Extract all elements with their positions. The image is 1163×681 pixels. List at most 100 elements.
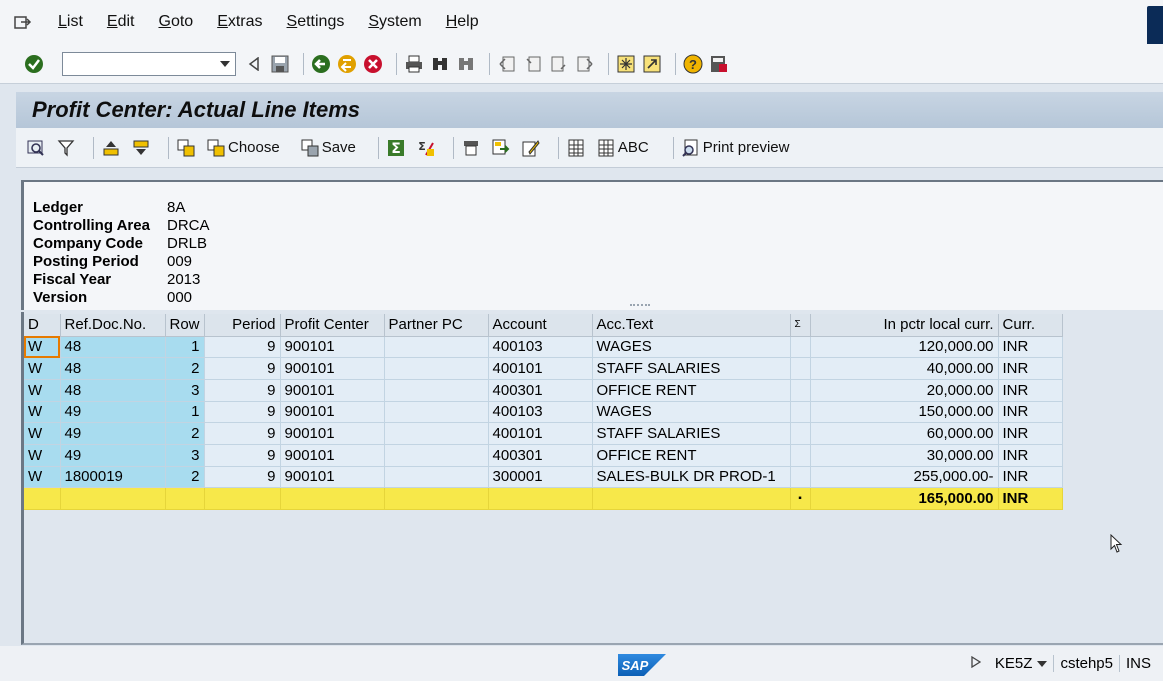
print-preview-list-button[interactable] [461, 138, 483, 158]
table-cell[interactable] [384, 422, 489, 445]
shortcut-icon[interactable] [642, 54, 662, 74]
menu-help[interactable]: Help [446, 13, 479, 31]
cancel-red-icon[interactable] [363, 54, 383, 74]
column-header[interactable]: Partner PC [384, 314, 489, 337]
table-cell[interactable]: 49 [60, 422, 166, 445]
menu-goto[interactable]: Goto [158, 13, 193, 31]
table-cell[interactable]: 400301 [488, 379, 593, 402]
table-cell[interactable]: 900101 [280, 401, 385, 424]
table-row[interactable]: W 48 2 9 900101 400101 STAFF SALARIES 40,000.00… [24, 357, 1063, 380]
table-cell[interactable] [384, 379, 489, 402]
table-cell[interactable]: 900101 [280, 422, 385, 445]
table-cell[interactable] [384, 401, 489, 424]
chevron-down-icon[interactable] [220, 60, 230, 67]
table-cell[interactable] [384, 466, 489, 489]
table-cell[interactable]: 400301 [488, 444, 593, 467]
table-cell[interactable]: 150,000.00 [810, 401, 999, 424]
save-layout-button[interactable]: Save [300, 138, 356, 158]
table-cell[interactable]: 900101 [280, 357, 385, 380]
table-cell[interactable]: 9 [204, 422, 281, 445]
column-header[interactable]: Row [165, 314, 205, 337]
table-cell[interactable] [790, 336, 811, 359]
table-cell[interactable]: SALES-BULK DR PROD-1 [592, 466, 791, 489]
table-cell[interactable]: W [24, 466, 61, 489]
total-row[interactable]: ▪ 165,000.00 INR [24, 487, 1063, 510]
save-disk-icon[interactable] [270, 54, 290, 74]
table-row[interactable]: W 49 2 9 900101 400101 STAFF SALARIES 60,000.00… [24, 422, 1063, 445]
table-cell[interactable] [384, 444, 489, 467]
table-cell[interactable]: 48 [60, 357, 166, 380]
table-cell[interactable] [790, 379, 811, 402]
table-cell[interactable]: INR [998, 444, 1063, 467]
table-cell[interactable]: 900101 [280, 379, 385, 402]
input-mode[interactable]: INS [1118, 655, 1157, 672]
table-cell[interactable] [790, 466, 811, 489]
table-cell[interactable]: 400103 [488, 336, 593, 359]
table-cell[interactable] [790, 422, 811, 445]
table-cell[interactable]: INR [998, 422, 1063, 445]
table-cell[interactable]: 9 [204, 379, 281, 402]
table-cell[interactable]: W [24, 336, 61, 359]
table-cell[interactable]: STAFF SALARIES [592, 357, 791, 380]
menu-settings[interactable]: Settings [287, 13, 345, 31]
column-header[interactable]: In pctr local curr. [810, 314, 999, 337]
sort-ascending-button[interactable] [101, 138, 123, 158]
table-cell[interactable]: 255,000.00- [810, 466, 999, 489]
find-icon[interactable] [430, 54, 450, 74]
table-cell[interactable]: OFFICE RENT [592, 379, 791, 402]
table-cell[interactable]: 400103 [488, 401, 593, 424]
menu-edit[interactable]: Edit [107, 13, 135, 31]
table-cell[interactable]: 900101 [280, 336, 385, 359]
table-cell[interactable]: 48 [60, 336, 166, 359]
exit-yellow-icon[interactable] [337, 54, 357, 74]
sort-descending-button[interactable] [131, 138, 153, 158]
panel-splitter[interactable] [630, 304, 650, 306]
new-session-icon[interactable] [616, 54, 636, 74]
help-icon[interactable]: ? [683, 54, 703, 74]
export-button[interactable] [491, 138, 513, 158]
table-cell[interactable]: 900101 [280, 466, 385, 489]
table-cell[interactable]: W [24, 444, 61, 467]
table-cell[interactable]: 400101 [488, 357, 593, 380]
table-cell[interactable]: W [24, 379, 61, 402]
column-header[interactable]: D [24, 314, 61, 337]
customize-layout-icon[interactable] [709, 54, 729, 74]
first-page-icon[interactable] [497, 54, 517, 74]
last-page-icon[interactable] [575, 54, 595, 74]
back-triangle-icon[interactable] [244, 54, 264, 74]
table-cell[interactable]: 49 [60, 401, 166, 424]
table-cell[interactable]: 3 [165, 444, 205, 467]
subtotal-button[interactable]: Σ [416, 138, 438, 158]
table-cell[interactable] [790, 357, 811, 380]
table-cell[interactable]: 40,000.00 [810, 357, 999, 380]
previous-page-icon[interactable] [523, 54, 543, 74]
table-cell[interactable] [790, 401, 811, 424]
table-cell[interactable]: 20,000.00 [810, 379, 999, 402]
exit-menu-icon[interactable] [14, 14, 32, 30]
menu-list[interactable]: List [58, 13, 83, 31]
table-cell[interactable]: 1 [165, 336, 205, 359]
table-row[interactable]: W 48 3 9 900101 400301 OFFICE RENT 20,000.00 INR [24, 379, 1063, 402]
print-preview-button[interactable]: Print preview [681, 138, 789, 158]
table-cell[interactable]: 300001 [488, 466, 593, 489]
table-cell[interactable]: 49 [60, 444, 166, 467]
table-cell[interactable]: W [24, 422, 61, 445]
transaction-code[interactable]: KE5Z [989, 655, 1054, 672]
table-cell[interactable]: 9 [204, 357, 281, 380]
choose-button[interactable]: Choose [206, 138, 280, 158]
print-icon[interactable] [404, 54, 424, 74]
command-field[interactable] [62, 51, 236, 76]
spreadsheet-button[interactable] [566, 138, 588, 158]
table-cell[interactable] [384, 336, 489, 359]
column-header[interactable]: Curr. [998, 314, 1063, 337]
table-cell[interactable]: 48 [60, 379, 166, 402]
table-cell[interactable]: OFFICE RENT [592, 444, 791, 467]
table-cell[interactable] [790, 444, 811, 467]
table-cell[interactable]: 2 [165, 466, 205, 489]
find-next-icon[interactable] [456, 54, 476, 74]
table-cell[interactable]: WAGES [592, 401, 791, 424]
table-cell[interactable]: 1800019 [60, 466, 166, 489]
column-header[interactable]: Period [204, 314, 281, 337]
column-header-sigma[interactable]: Σ [790, 314, 811, 337]
table-cell[interactable]: W [24, 357, 61, 380]
